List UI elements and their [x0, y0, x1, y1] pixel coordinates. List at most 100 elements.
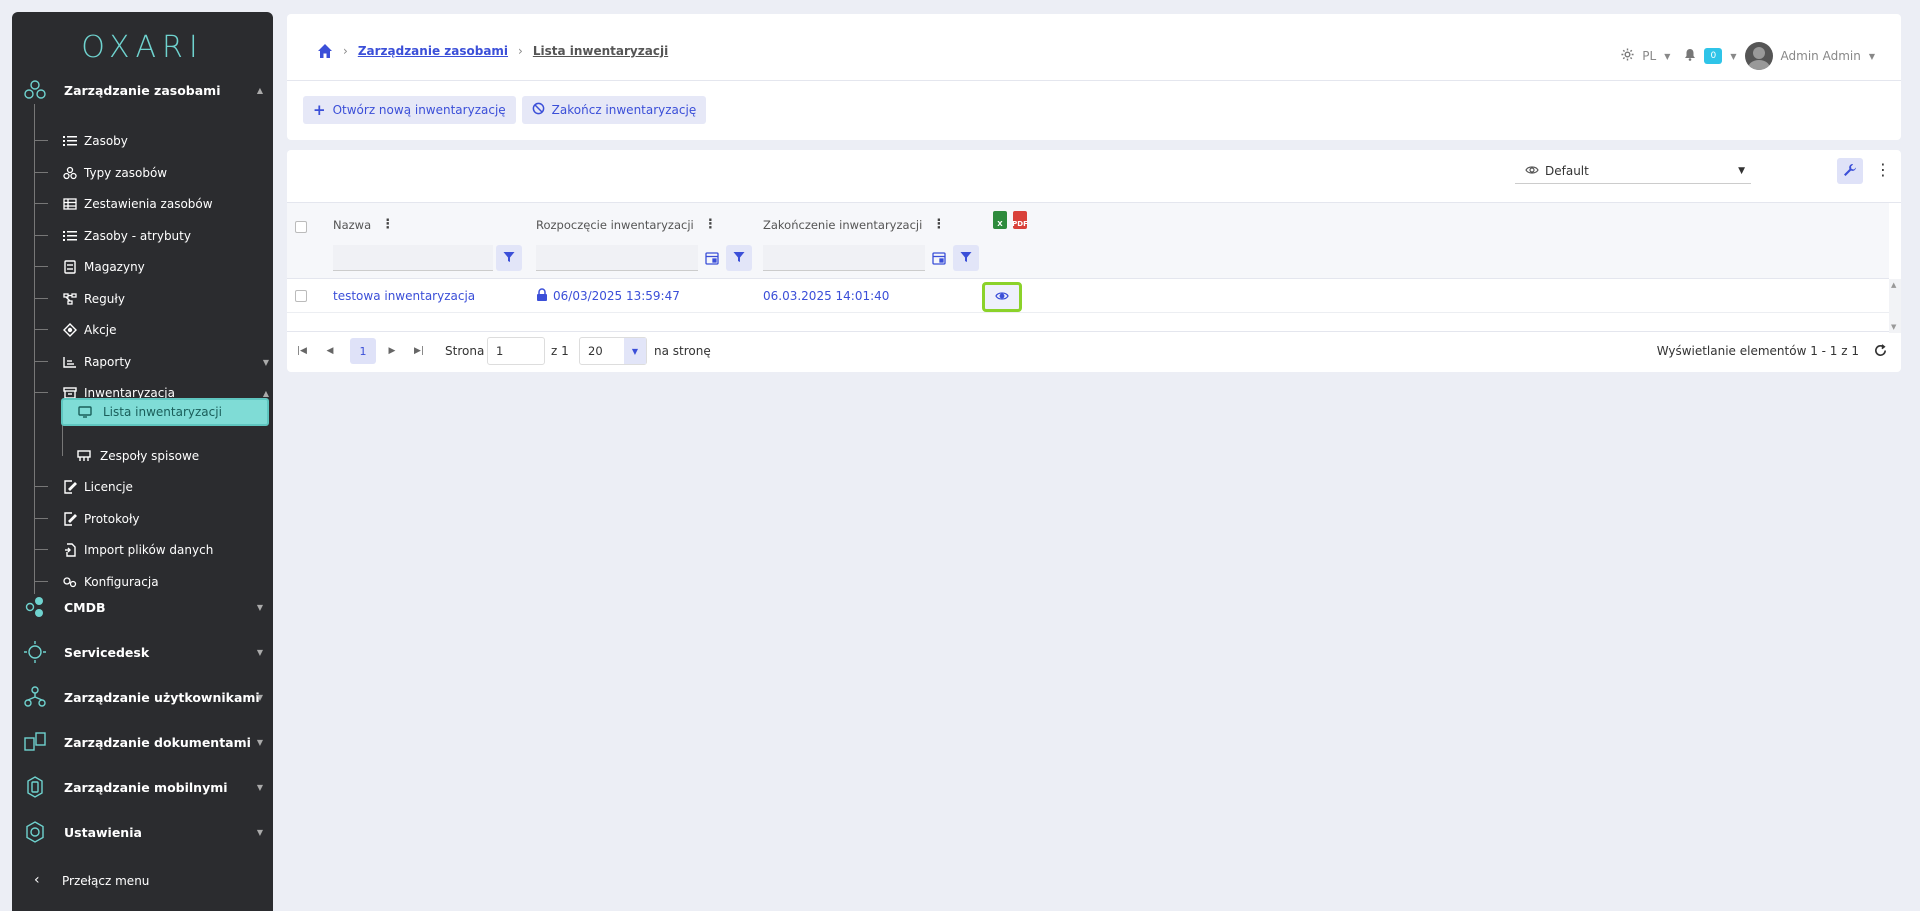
sidebar-item-lista-inwentaryzacji[interactable]: Lista inwentaryzacji — [61, 398, 269, 426]
per-page-label: na stronę — [654, 344, 711, 358]
user-name[interactable]: Admin Admin — [1781, 49, 1861, 63]
eye-icon — [1525, 164, 1539, 178]
toggle-menu-button[interactable]: ‹ Przełącz menu — [12, 866, 273, 896]
column-header-end[interactable]: Zakończenie inwentaryzacji ⋮ — [763, 217, 945, 232]
chevron-down-icon[interactable]: ▼ — [1869, 52, 1875, 61]
sidebar-item-zasoby[interactable]: Zasoby — [34, 129, 269, 153]
sidebar-section-document-management[interactable]: Zarządzanie dokumentami ▼ — [12, 727, 273, 757]
view-details-button[interactable] — [982, 282, 1022, 312]
mobile-management-icon — [22, 774, 48, 800]
filter-icon — [733, 251, 745, 266]
language-select[interactable]: PL — [1642, 49, 1656, 63]
sidebar-item-typy-zasobow[interactable]: Typy zasobów — [34, 161, 269, 185]
sidebar-item-zestawienia[interactable]: Zestawienia zasobów — [34, 192, 269, 216]
grid-card: Default ▼ ⋮ Nazwa ⋮ Rozpoczęcie inwentar… — [287, 150, 1901, 372]
select-all-checkbox[interactable] — [295, 221, 307, 233]
sidebar-item-zespoly-spisowe[interactable]: Zespoły spisowe — [62, 444, 269, 468]
close-inventory-button[interactable]: Zakończ inwentaryzację — [521, 96, 707, 124]
sidebar-section-mobile-management[interactable]: Zarządzanie mobilnymi ▼ — [12, 772, 273, 802]
warehouse-icon — [62, 259, 78, 275]
sidebar-item-magazyny[interactable]: Magazyny — [34, 255, 269, 279]
home-icon[interactable] — [317, 43, 333, 59]
config-icon — [62, 574, 78, 590]
end-filter-input[interactable] — [763, 245, 925, 271]
start-filter-button[interactable] — [726, 245, 752, 271]
scroll-down-icon[interactable]: ▼ — [1891, 323, 1896, 331]
chevron-down-icon: ▼ — [624, 338, 646, 364]
breadcrumb-current[interactable]: Lista inwentaryzacji — [533, 44, 668, 58]
cmdb-icon — [22, 594, 48, 620]
table-header: Nazwa ⋮ Rozpoczęcie inwentaryzacji ⋮ Zak… — [287, 203, 1889, 279]
sidebar-section-user-management[interactable]: Zarządzanie użytkownikami ▼ — [12, 682, 273, 712]
avatar[interactable] — [1744, 42, 1773, 70]
sidebar-item-akcje[interactable]: Akcje — [34, 318, 269, 342]
first-page-icon[interactable]: |◀ — [289, 338, 315, 364]
table-row[interactable]: testowa inwentaryzacja 06/03/2025 13:59:… — [287, 279, 1889, 313]
prev-page-icon[interactable]: ◀ — [317, 338, 343, 364]
calendar-icon[interactable] — [930, 249, 948, 267]
chevron-down-icon[interactable]: ▼ — [1730, 52, 1736, 61]
rules-icon — [62, 291, 78, 307]
end-filter-button[interactable] — [953, 245, 979, 271]
vertical-scrollbar[interactable]: ▲ ▼ — [1889, 279, 1901, 333]
breadcrumb-asset-management[interactable]: Zarządzanie zasobami — [358, 44, 508, 58]
sidebar-item-import[interactable]: Import plików danych — [34, 538, 269, 562]
license-icon — [62, 479, 78, 495]
notifications-badge[interactable]: 0 — [1704, 48, 1723, 64]
pdf-export-icon[interactable]: PDF — [1012, 211, 1028, 229]
sidebar-section-settings[interactable]: Ustawienia ▼ — [12, 817, 273, 847]
eye-icon — [995, 290, 1009, 304]
page-button-current[interactable]: 1 — [350, 338, 376, 364]
pager-summary: Wyświetlanie elementów 1 - 1 z 1 — [1656, 344, 1859, 358]
column-header-start[interactable]: Rozpoczęcie inwentaryzacji ⋮ — [536, 217, 717, 232]
name-filter-button[interactable] — [496, 245, 522, 271]
chevron-down-icon[interactable]: ▼ — [1664, 52, 1670, 61]
row-name[interactable]: testowa inwentaryzacja — [333, 289, 475, 303]
toolbar: + Otwórz nową inwentaryzację Zakończ inw… — [303, 96, 707, 124]
asset-management-icon — [22, 77, 48, 103]
sidebar-item-licencje[interactable]: Licencje — [34, 475, 269, 499]
page-of-label: z 1 — [551, 344, 569, 358]
plus-icon: + — [313, 101, 326, 119]
calendar-icon[interactable] — [703, 249, 721, 267]
chevron-down-icon: ▼ — [256, 737, 263, 747]
sidebar-item-konfiguracja[interactable]: Konfiguracja — [34, 570, 269, 594]
page-size-select[interactable]: 20 ▼ — [579, 337, 647, 365]
gear-icon[interactable] — [1621, 48, 1634, 64]
open-inventory-button[interactable]: + Otwórz nową inwentaryzację — [303, 96, 516, 124]
refresh-icon[interactable] — [1873, 343, 1889, 359]
sidebar-item-raporty[interactable]: Raporty ▼ — [34, 350, 269, 374]
pager: |◀ ◀ 1 ▶ ▶| Strona 1 z 1 20 ▼ na stronę … — [287, 336, 1901, 366]
chevron-down-icon: ▼ — [1738, 165, 1745, 176]
breadcrumb: › Zarządzanie zasobami › Lista inwentary… — [317, 43, 668, 59]
chevron-down-icon: ▼ — [256, 782, 263, 792]
sidebar-item-reguly[interactable]: Reguły — [34, 287, 269, 311]
list-icon — [62, 228, 78, 244]
filter-icon — [503, 251, 515, 266]
bell-icon[interactable] — [1684, 48, 1696, 64]
sidebar-section-servicedesk[interactable]: Servicedesk ▼ — [12, 637, 273, 667]
sidebar-section-cmdb[interactable]: CMDB ▼ — [12, 592, 273, 622]
column-menu-icon[interactable]: ⋮ — [381, 217, 394, 232]
sidebar-section-asset-management[interactable]: Zarządzanie zasobami ▲ — [12, 75, 273, 105]
page-number-input[interactable]: 1 — [487, 337, 545, 365]
scroll-up-icon[interactable]: ▲ — [1891, 281, 1896, 289]
next-page-icon[interactable]: ▶ — [379, 338, 405, 364]
row-checkbox[interactable] — [295, 290, 307, 302]
wrench-button[interactable] — [1837, 158, 1863, 184]
reports-icon — [62, 354, 78, 370]
last-page-icon[interactable]: ▶| — [406, 338, 432, 364]
sidebar-item-zasoby-atrybuty[interactable]: Zasoby - atrybuty — [34, 224, 269, 248]
column-menu-icon[interactable]: ⋮ — [704, 217, 717, 232]
excel-export-icon[interactable]: X — [993, 211, 1007, 229]
data-grid: Nazwa ⋮ Rozpoczęcie inwentaryzacji ⋮ Zak… — [287, 202, 1901, 333]
name-filter-input[interactable] — [333, 245, 493, 271]
types-icon — [62, 165, 78, 181]
servicedesk-icon — [22, 639, 48, 665]
column-header-name[interactable]: Nazwa ⋮ — [333, 217, 394, 232]
kebab-menu-icon[interactable]: ⋮ — [1875, 162, 1891, 178]
view-select[interactable]: Default ▼ — [1515, 158, 1751, 184]
sidebar-item-protokoly[interactable]: Protokoły — [34, 507, 269, 531]
column-menu-icon[interactable]: ⋮ — [932, 217, 945, 232]
start-filter-input[interactable] — [536, 245, 698, 271]
